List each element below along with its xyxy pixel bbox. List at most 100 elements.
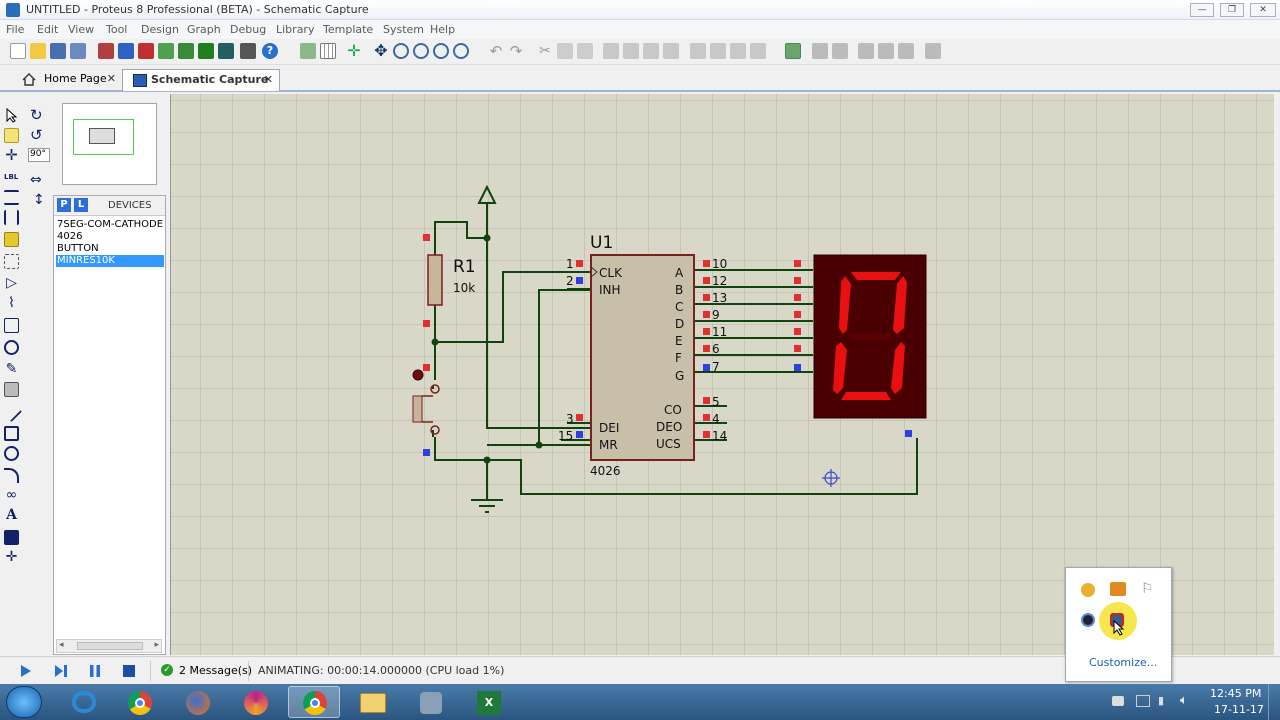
scroll-thumb[interactable] xyxy=(77,642,143,650)
taskbar-file-explorer[interactable] xyxy=(347,686,399,718)
taskbar-chrome[interactable] xyxy=(114,686,166,718)
zoom-in-icon[interactable] xyxy=(393,43,409,59)
redo-icon[interactable]: ↷ xyxy=(508,43,524,59)
menu-view[interactable]: View xyxy=(68,23,94,36)
clock-time[interactable]: 12:45 PM xyxy=(1210,687,1261,700)
device-item-minres10k[interactable]: MINRES10K xyxy=(56,255,164,267)
circle-icon[interactable] xyxy=(4,446,19,461)
junction-dot-icon[interactable]: ✛ xyxy=(4,148,19,163)
grid-icon[interactable] xyxy=(320,43,336,59)
message-ok-icon[interactable]: ✓ xyxy=(161,664,173,676)
block-move-icon[interactable] xyxy=(623,43,639,59)
rotate-anticlockwise-icon[interactable]: ↺ xyxy=(30,126,43,144)
scroll-left-icon[interactable]: ◂ xyxy=(59,640,64,650)
step-icon[interactable] xyxy=(54,665,68,677)
decompose-icon[interactable] xyxy=(750,43,766,59)
action-center-flag-icon[interactable]: ⚐ xyxy=(1141,581,1154,597)
library-icon[interactable] xyxy=(240,43,256,59)
search-tag-icon[interactable] xyxy=(812,43,828,59)
virtual-instrument-icon[interactable] xyxy=(4,382,19,397)
menu-graph[interactable]: Graph xyxy=(187,23,221,36)
menu-help[interactable]: Help xyxy=(430,23,455,36)
line-icon[interactable] xyxy=(0,400,23,423)
rotate-clockwise-icon[interactable]: ↻ xyxy=(30,106,43,124)
tape-recorder-icon[interactable] xyxy=(4,318,19,333)
origin-icon[interactable]: ✛ xyxy=(346,43,362,59)
pause-icon[interactable] xyxy=(89,665,101,677)
block-copy-icon[interactable] xyxy=(603,43,619,59)
refresh-icon[interactable] xyxy=(300,43,316,59)
make-device-icon[interactable] xyxy=(710,43,726,59)
gerber-icon[interactable] xyxy=(178,43,194,59)
undo-icon[interactable]: ↶ xyxy=(488,43,504,59)
wire-label-icon[interactable]: LBL xyxy=(4,170,19,185)
message-count[interactable]: 2 Message(s) xyxy=(179,664,252,677)
overview-window[interactable] xyxy=(62,103,157,185)
generator-icon[interactable] xyxy=(4,340,19,355)
open-folder-icon[interactable] xyxy=(30,43,46,59)
close-window-button[interactable]: ✕ xyxy=(1250,3,1276,17)
paste-icon[interactable] xyxy=(577,43,593,59)
bom-icon[interactable] xyxy=(198,43,214,59)
copy-icon[interactable] xyxy=(557,43,573,59)
tray-app-icon-3[interactable] xyxy=(1081,613,1095,627)
pick-devices-button[interactable]: P xyxy=(57,198,71,212)
arc-icon[interactable] xyxy=(4,468,19,483)
menu-template[interactable]: Template xyxy=(323,23,373,36)
text-script-icon[interactable] xyxy=(4,190,19,205)
stop-icon[interactable] xyxy=(123,665,135,677)
device-item-7seg[interactable]: 7SEG-COM-CATHODE xyxy=(56,219,164,231)
wire-autorouter-icon[interactable] xyxy=(785,43,801,59)
tray-app-icon-2[interactable] xyxy=(1110,582,1126,596)
menu-tool[interactable]: Tool xyxy=(106,23,127,36)
new-file-icon[interactable] xyxy=(10,43,26,59)
remove-sheet-icon[interactable] xyxy=(878,43,894,59)
symbol-icon[interactable] xyxy=(4,530,19,545)
netlist-icon[interactable] xyxy=(925,43,941,59)
save-all-icon[interactable] xyxy=(70,43,86,59)
show-hidden-icons-icon[interactable] xyxy=(1112,696,1124,706)
device-item-button[interactable]: BUTTON xyxy=(56,243,164,255)
box-icon[interactable] xyxy=(4,426,19,441)
device-list-scrollbar[interactable]: ◂ ▸ xyxy=(56,639,162,653)
mirror-horizontal-icon[interactable]: ⇔ xyxy=(30,172,42,188)
start-button[interactable] xyxy=(6,686,42,718)
zoom-out-icon[interactable] xyxy=(413,43,429,59)
path-icon[interactable]: ∞ xyxy=(4,488,19,503)
taskbar-firefox[interactable] xyxy=(172,686,224,718)
package-tool-icon[interactable] xyxy=(730,43,746,59)
voltage-probe-icon[interactable]: ✎ xyxy=(4,362,19,377)
pick-device-icon[interactable] xyxy=(690,43,706,59)
menu-library[interactable]: Library xyxy=(276,23,314,36)
rotation-angle-field[interactable]: 90° xyxy=(28,148,50,162)
text-tool-icon[interactable]: A xyxy=(4,508,19,523)
marker-icon[interactable]: ✛ xyxy=(4,550,19,565)
network-icon[interactable] xyxy=(1136,695,1150,707)
3d-icon[interactable] xyxy=(158,43,174,59)
device-item-4026[interactable]: 4026 xyxy=(56,231,164,243)
subcircuit-icon[interactable] xyxy=(4,232,19,247)
close-tab-icon[interactable]: ✕ xyxy=(107,72,116,85)
taskbar-chrome-active[interactable] xyxy=(288,686,340,718)
selection-mode-icon[interactable] xyxy=(4,108,19,123)
close-tab-icon[interactable]: ✕ xyxy=(264,73,273,86)
clock-date[interactable]: 17-11-17 xyxy=(1214,703,1264,716)
show-desktop-button[interactable] xyxy=(1268,684,1280,720)
maximize-button[interactable]: ❐ xyxy=(1220,3,1244,17)
menu-file[interactable]: File xyxy=(6,23,24,36)
ground-terminal[interactable] xyxy=(471,499,503,513)
mirror-vertical-icon[interactable]: ↕ xyxy=(33,192,45,208)
zoom-area-icon[interactable] xyxy=(453,43,469,59)
menu-system[interactable]: System xyxy=(383,23,424,36)
minimize-button[interactable]: — xyxy=(1190,3,1214,17)
scroll-right-icon[interactable]: ▸ xyxy=(154,640,159,650)
taskbar-internet-explorer[interactable] xyxy=(58,686,110,718)
buses-icon[interactable] xyxy=(4,210,19,225)
block-delete-icon[interactable] xyxy=(663,43,679,59)
pcb-icon[interactable] xyxy=(138,43,154,59)
graph-mode-icon[interactable]: ⌇ xyxy=(4,296,19,311)
help-icon[interactable]: ? xyxy=(262,43,278,59)
volume-icon[interactable]: 🔈︎ xyxy=(1180,693,1188,708)
menu-design[interactable]: Design xyxy=(141,23,179,36)
tab-schematic-capture[interactable]: Schematic Capture ✕ xyxy=(122,69,280,91)
